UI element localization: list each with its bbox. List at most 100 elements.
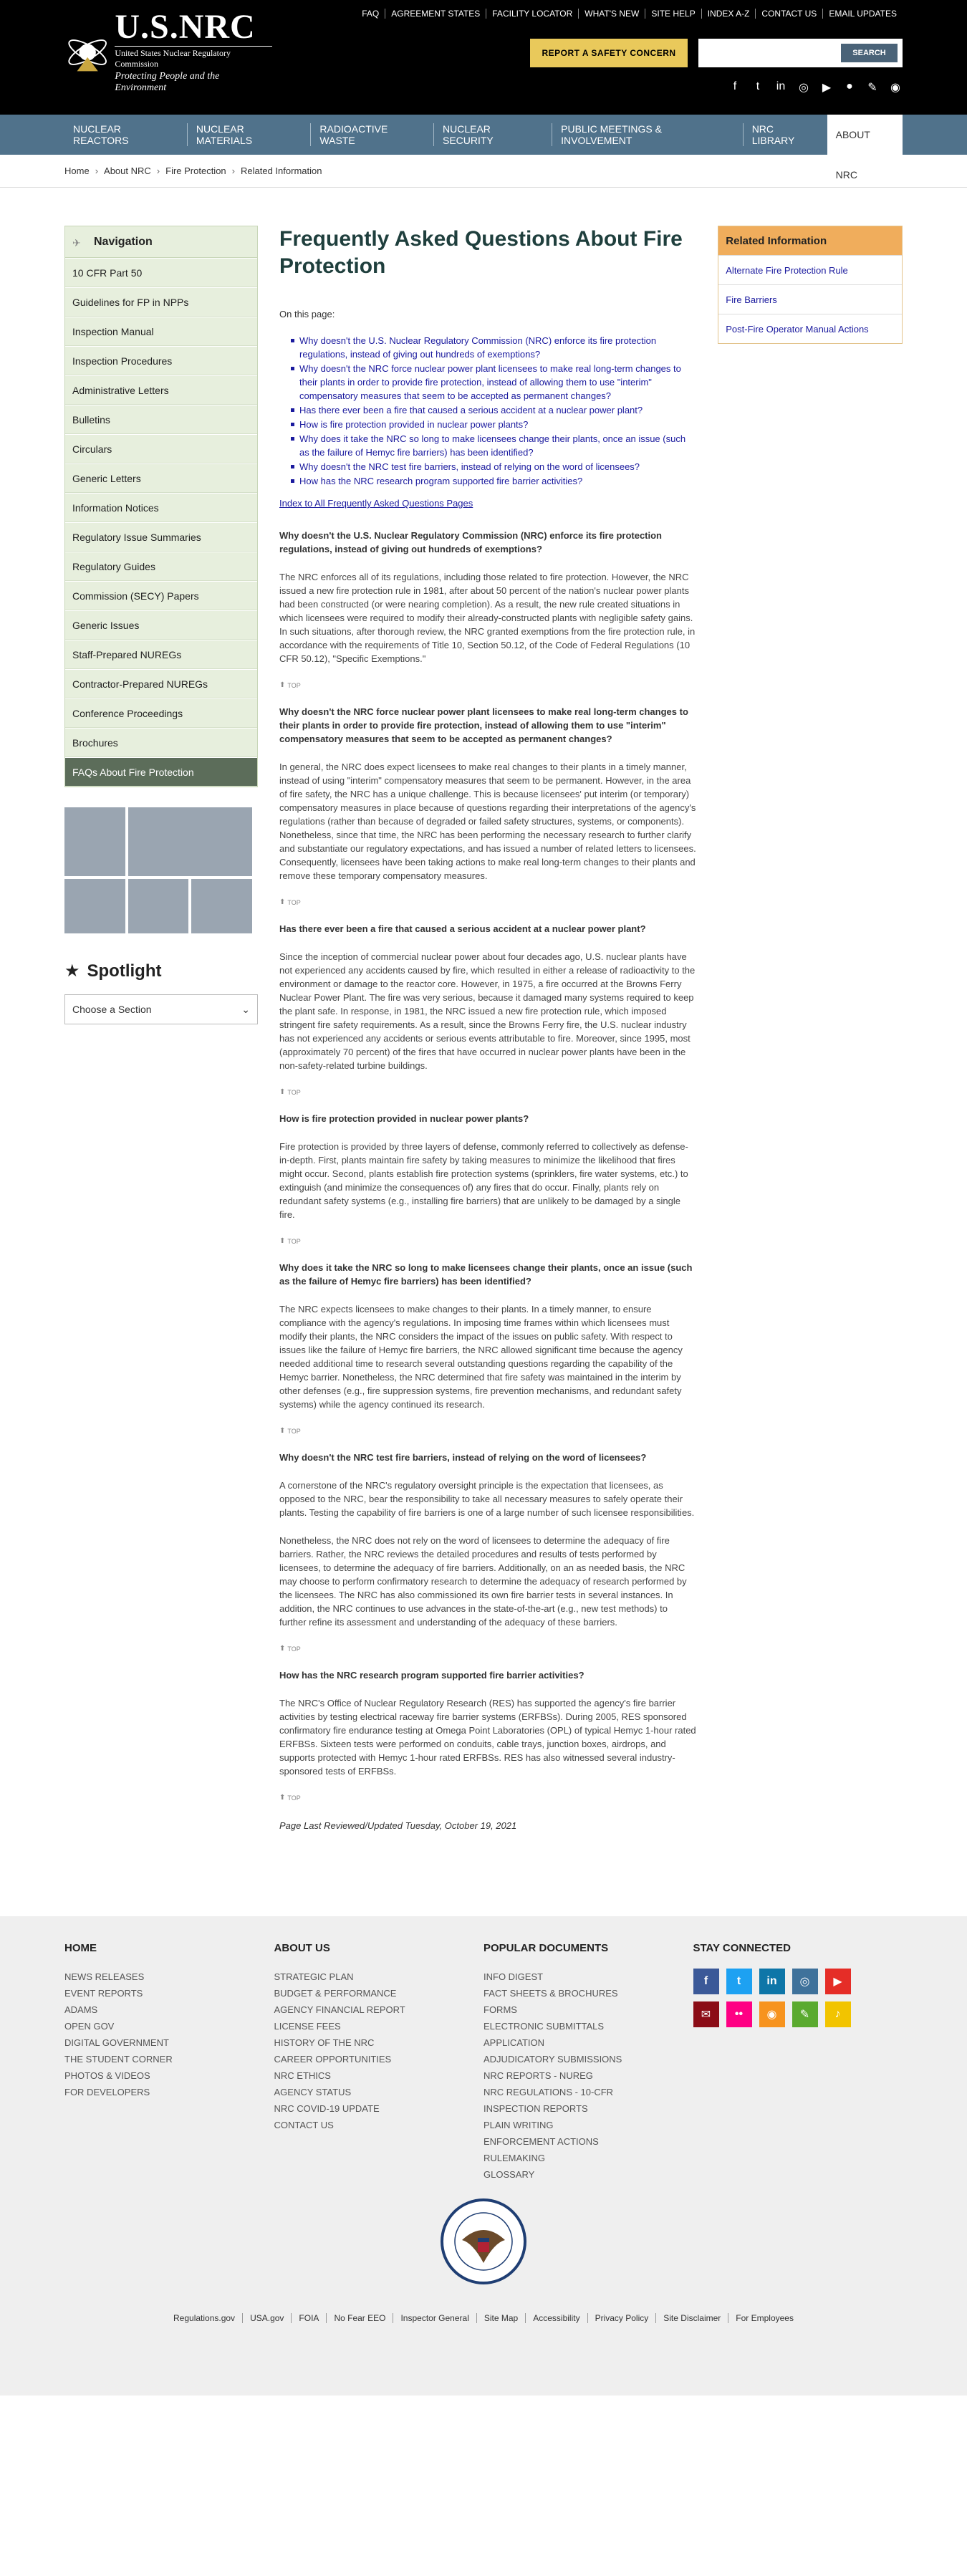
rss-icon[interactable]: ◉: [759, 2001, 785, 2027]
nav-nuclear-reactors[interactable]: NUCLEAR REACTORS: [64, 123, 187, 146]
instagram-icon[interactable]: ◎: [797, 80, 811, 95]
nav-nuclear-materials[interactable]: NUCLEAR MATERIALS: [186, 123, 311, 146]
footer-bottom-inspector-general[interactable]: Inspector General: [393, 2313, 476, 2323]
sidebar-item-faqs-about-fire-protection[interactable]: FAQs About Fire Protection: [65, 757, 257, 787]
sidebar-item-guidelines-for-fp-in-npps[interactable]: Guidelines for FP in NPPs: [65, 287, 257, 317]
footer-link[interactable]: LICENSE FEES: [274, 2018, 484, 2034]
footer-link[interactable]: NRC COVID-19 UPDATE: [274, 2100, 484, 2117]
footer-link[interactable]: AGENCY STATUS: [274, 2084, 484, 2100]
nav-nuclear-security[interactable]: NUCLEAR SECURITY: [433, 123, 552, 146]
sidebar-item-regulatory-guides[interactable]: Regulatory Guides: [65, 552, 257, 581]
footer-link[interactable]: ADAMS: [64, 2001, 274, 2018]
toc-link[interactable]: Why doesn't the U.S. Nuclear Regulatory …: [290, 334, 696, 361]
toc-link[interactable]: Why doesn't the NRC test fire barriers, …: [290, 460, 696, 474]
breadcrumb-about-nrc[interactable]: About NRC: [104, 165, 151, 176]
related-link-fire-barriers[interactable]: Fire Barriers: [718, 284, 902, 314]
youtube-icon[interactable]: ▶: [819, 80, 834, 95]
footer-link[interactable]: OPEN GOV: [64, 2018, 274, 2034]
back-to-top-link[interactable]: ⬆ TOP: [279, 1794, 696, 1802]
back-to-top-link[interactable]: ⬆ TOP: [279, 1237, 696, 1245]
sidebar-item-commission-secy-papers[interactable]: Commission (SECY) Papers: [65, 581, 257, 610]
footer-link[interactable]: HISTORY OF THE NRC: [274, 2034, 484, 2051]
footer-link[interactable]: PHOTOS & VIDEOS: [64, 2067, 274, 2084]
toc-link[interactable]: Why does it take the NRC so long to make…: [290, 432, 696, 459]
linkedin-icon[interactable]: in: [759, 1969, 785, 1994]
footer-bottom-regulations-gov[interactable]: Regulations.gov: [166, 2313, 242, 2323]
footer-link[interactable]: ELECTRONIC SUBMITTALS: [484, 2018, 693, 2034]
facebook-icon[interactable]: f: [693, 1969, 719, 1994]
footer-link[interactable]: NEWS RELEASES: [64, 1969, 274, 1985]
sidebar-item-10-cfr-part-50[interactable]: 10 CFR Part 50: [65, 258, 257, 287]
nrc-logo[interactable]: U.S.NRC United States Nuclear Regulatory…: [64, 10, 272, 93]
sidebar-item-circulars[interactable]: Circulars: [65, 434, 257, 463]
flickr-icon[interactable]: ••: [726, 2001, 752, 2027]
footer-bottom-foia[interactable]: FOIA: [291, 2313, 326, 2323]
footer-link[interactable]: NRC ETHICS: [274, 2067, 484, 2084]
sidebar-item-administrative-letters[interactable]: Administrative Letters: [65, 375, 257, 405]
sidebar-item-regulatory-issue-summaries[interactable]: Regulatory Issue Summaries: [65, 522, 257, 552]
toplink-index-a-z[interactable]: INDEX A-Z: [701, 9, 756, 19]
sidebar-item-staff-prepared-nuregs[interactable]: Staff-Prepared NUREGs: [65, 640, 257, 669]
footer-link[interactable]: ADJUDICATORY SUBMISSIONS: [484, 2051, 693, 2067]
podcast-icon[interactable]: ♪: [824, 2001, 851, 2027]
report-safety-concern-button[interactable]: REPORT A SAFETY CONCERN: [530, 39, 688, 67]
footer-link[interactable]: AGENCY FINANCIAL REPORT: [274, 2001, 484, 2018]
footer-link[interactable]: APPLICATION: [484, 2034, 693, 2051]
related-link-alternate-fire-protection-rule[interactable]: Alternate Fire Protection Rule: [718, 255, 902, 284]
footer-link[interactable]: NRC REPORTS - NUREG: [484, 2067, 693, 2084]
sidebar-item-contractor-prepared-nuregs[interactable]: Contractor-Prepared NUREGs: [65, 669, 257, 698]
footer-link[interactable]: THE STUDENT CORNER: [64, 2051, 274, 2067]
nav-public-meetings-involvement[interactable]: PUBLIC MEETINGS & INVOLVEMENT: [552, 123, 743, 146]
section-select[interactable]: Choose a Section ⌄: [64, 994, 258, 1024]
footer-link[interactable]: ENFORCEMENT ACTIONS: [484, 2133, 693, 2150]
toplink-agreement-states[interactable]: AGREEMENT STATES: [385, 9, 486, 19]
footer-link[interactable]: FACT SHEETS & BROCHURES: [484, 1985, 693, 2001]
rss-icon[interactable]: ◉: [888, 80, 903, 95]
back-to-top-link[interactable]: ⬆ TOP: [279, 898, 696, 906]
blog-icon[interactable]: ✎: [865, 80, 880, 95]
footer-link[interactable]: FOR DEVELOPERS: [64, 2084, 274, 2100]
toc-link[interactable]: How is fire protection provided in nucle…: [290, 418, 696, 431]
breadcrumb-fire-protection[interactable]: Fire Protection: [165, 165, 226, 176]
twitter-icon[interactable]: t: [751, 80, 765, 95]
sidebar-item-inspection-procedures[interactable]: Inspection Procedures: [65, 346, 257, 375]
linkedin-icon[interactable]: in: [774, 80, 788, 95]
blog-icon[interactable]: ✎: [792, 2001, 818, 2027]
toc-link[interactable]: Why doesn't the NRC force nuclear power …: [290, 362, 696, 403]
sidebar-item-information-notices[interactable]: Information Notices: [65, 493, 257, 522]
sidebar-item-generic-issues[interactable]: Generic Issues: [65, 610, 257, 640]
instagram-icon[interactable]: ◎: [792, 1969, 818, 1994]
toplink-faq[interactable]: FAQ: [356, 9, 385, 19]
footer-link[interactable]: STRATEGIC PLAN: [274, 1969, 484, 1985]
footer-link[interactable]: DIGITAL GOVERNMENT: [64, 2034, 274, 2051]
footer-bottom-for-employees[interactable]: For Employees: [728, 2313, 801, 2323]
back-to-top-link[interactable]: ⬆ TOP: [279, 1645, 696, 1653]
footer-link[interactable]: RULEMAKING: [484, 2150, 693, 2166]
search-input[interactable]: [700, 40, 837, 66]
footer-bottom-accessibility[interactable]: Accessibility: [525, 2313, 587, 2323]
footer-link[interactable]: GLOSSARY: [484, 2166, 693, 2183]
toc-link[interactable]: How has the NRC research program support…: [290, 474, 696, 488]
footer-link[interactable]: INSPECTION REPORTS: [484, 2100, 693, 2117]
footer-link[interactable]: INFO DIGEST: [484, 1969, 693, 1985]
toplink-contact-us[interactable]: CONTACT US: [755, 9, 822, 19]
footer-bottom-no-fear-eeo[interactable]: No Fear EEO: [326, 2313, 393, 2323]
footer-link[interactable]: NRC REGULATIONS - 10-CFR: [484, 2084, 693, 2100]
sidebar-item-bulletins[interactable]: Bulletins: [65, 405, 257, 434]
toc-link[interactable]: Has there ever been a fire that caused a…: [290, 403, 696, 417]
search-button[interactable]: SEARCH: [841, 44, 898, 62]
footer-bottom-site-map[interactable]: Site Map: [476, 2313, 525, 2323]
facebook-icon[interactable]: f: [728, 80, 742, 95]
toplink-facility-locator[interactable]: FACILITY LOCATOR: [486, 9, 578, 19]
twitter-icon[interactable]: t: [726, 1969, 752, 1994]
footer-link[interactable]: BUDGET & PERFORMANCE: [274, 1985, 484, 2001]
toplink-site-help[interactable]: SITE HELP: [645, 9, 701, 19]
footer-link[interactable]: EVENT REPORTS: [64, 1985, 274, 2001]
breadcrumb-home[interactable]: Home: [64, 165, 90, 176]
toplink-email-updates[interactable]: EMAIL UPDATES: [822, 9, 903, 19]
related-link-post-fire-operator-manual-actions[interactable]: Post-Fire Operator Manual Actions: [718, 314, 902, 343]
nav-nrc-library[interactable]: NRC LIBRARY: [742, 123, 827, 146]
youtube-icon[interactable]: ▶: [824, 1969, 851, 1994]
toplink-what-s-new[interactable]: WHAT'S NEW: [578, 9, 645, 19]
sidebar-item-brochures[interactable]: Brochures: [65, 728, 257, 757]
